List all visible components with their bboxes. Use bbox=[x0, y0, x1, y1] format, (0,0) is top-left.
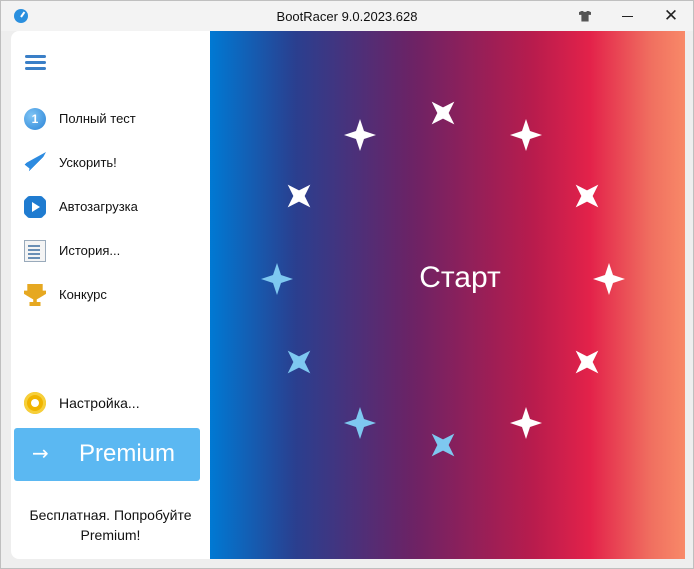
close-button[interactable]: ✕ bbox=[649, 1, 693, 31]
settings-button[interactable]: Настройка... bbox=[11, 385, 210, 421]
gear-icon bbox=[24, 392, 46, 414]
sidebar-item-autorun[interactable]: Автозагрузка bbox=[11, 189, 210, 225]
star-icon bbox=[344, 406, 376, 439]
star-icon bbox=[575, 184, 599, 208]
start-button[interactable]: Старт bbox=[210, 261, 694, 295]
star-icon bbox=[575, 350, 599, 374]
sidebar: 1 Полный тест Ускорить! Автозагрузка Ист… bbox=[11, 31, 210, 559]
license-note-line1: Бесплатная. Попробуйте bbox=[29, 507, 192, 523]
star-icon bbox=[431, 433, 455, 457]
shirt-icon bbox=[579, 10, 591, 22]
history-icon bbox=[24, 240, 46, 262]
title-bar: BootRacer 9.0.2023.628 ✕ bbox=[1, 1, 693, 31]
hamburger-menu-icon[interactable] bbox=[25, 55, 46, 71]
sidebar-item-full-test[interactable]: 1 Полный тест bbox=[11, 101, 210, 137]
sidebar-item-speed-up[interactable]: Ускорить! bbox=[11, 145, 210, 181]
start-panel[interactable]: Старт bbox=[210, 31, 685, 559]
star-icon bbox=[344, 119, 376, 152]
premium-label: Premium bbox=[79, 440, 176, 467]
star-icon bbox=[431, 101, 455, 125]
step-one-icon: 1 bbox=[24, 108, 46, 130]
skin-button[interactable] bbox=[563, 1, 607, 31]
app-window: BootRacer 9.0.2023.628 ✕ 1 Полный тест У… bbox=[0, 0, 694, 569]
settings-label: Настройка... bbox=[59, 395, 140, 411]
rocket-icon bbox=[24, 152, 46, 174]
sidebar-item-label: Автозагрузка bbox=[59, 199, 138, 214]
premium-button[interactable]: → Premium bbox=[14, 428, 200, 481]
sidebar-item-history[interactable]: История... bbox=[11, 233, 210, 269]
minimize-button[interactable] bbox=[605, 1, 649, 31]
star-icon bbox=[510, 119, 542, 152]
autorun-icon bbox=[24, 196, 46, 218]
sidebar-item-label: История... bbox=[59, 243, 121, 258]
star-icon bbox=[510, 406, 542, 439]
sidebar-item-contest[interactable]: Конкурс bbox=[11, 277, 210, 313]
trophy-icon bbox=[24, 284, 46, 306]
star-icon bbox=[287, 184, 311, 208]
license-note-line2: Premium! bbox=[80, 527, 141, 543]
sidebar-item-label: Конкурс bbox=[59, 287, 107, 302]
sidebar-item-label: Ускорить! bbox=[59, 155, 117, 170]
close-icon: ✕ bbox=[663, 5, 679, 26]
arrow-right-icon: → bbox=[32, 441, 49, 465]
license-note: Бесплатная. Попробуйте Premium! bbox=[11, 505, 210, 545]
star-icon bbox=[287, 350, 311, 374]
sidebar-item-label: Полный тест bbox=[59, 111, 136, 126]
minimize-icon bbox=[621, 15, 633, 17]
